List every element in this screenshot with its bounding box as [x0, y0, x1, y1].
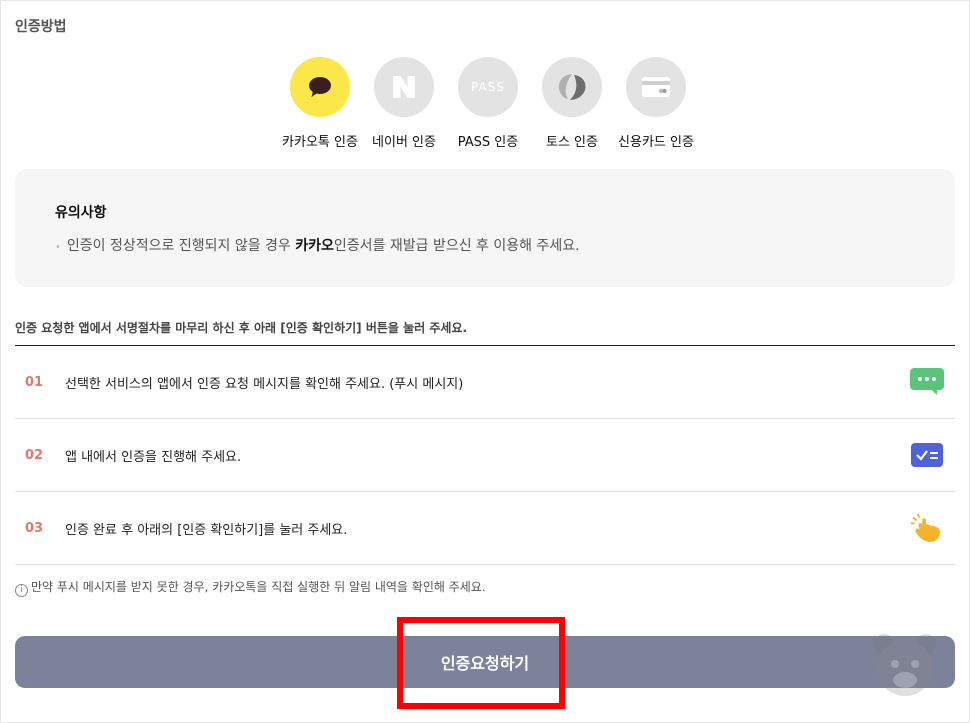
method-label: 카카오톡 인증: [282, 135, 358, 150]
step-number: 02: [25, 447, 44, 463]
step-row: 03 인증 완료 후 아래의 [인증 확인하기]를 눌러 주세요.: [15, 492, 955, 565]
method-label: PASS 인증: [457, 135, 519, 150]
step-text: 앱 내에서 인증을 진행해 주세요.: [65, 449, 242, 465]
method-label: 신용카드 인증: [618, 135, 694, 150]
notice-title: 유의사항: [55, 205, 107, 221]
step-row: 02 앱 내에서 인증을 진행해 주세요.: [15, 419, 955, 492]
step-text: 선택한 서비스의 앱에서 인증 요청 메시지를 확인해 주세요. (푸시 메시지…: [65, 376, 464, 392]
notice-text-bold: 카카오: [295, 238, 334, 254]
credit-card-icon: [626, 57, 686, 117]
step-number: 03: [25, 520, 44, 536]
step-number: 01: [25, 374, 44, 390]
kakao-chat-icon: [290, 57, 350, 117]
method-toss[interactable]: 토스 인증: [530, 57, 614, 150]
method-kakao[interactable]: 카카오톡 인증: [278, 57, 362, 150]
step-text: 인증 완료 후 아래의 [인증 확인하기]를 눌러 주세요.: [65, 522, 348, 538]
method-label: 네이버 인증: [372, 135, 436, 150]
method-pass[interactable]: PASS PASS 인증: [446, 57, 530, 150]
info-text: 만약 푸시 메시지를 받지 못한 경우, 카카오톡을 직접 실행한 뒤 알림 내…: [31, 580, 486, 594]
step-row: 01 선택한 서비스의 앱에서 인증 요청 메시지를 확인해 주세요. (푸시 …: [15, 346, 955, 419]
tap-hand-icon: [909, 510, 945, 546]
notice-text: • 인증이 정상적으로 진행되지 않을 경우 카카오인증서를 재발급 받으신 후 …: [55, 235, 580, 255]
chat-bubble-icon: [909, 364, 945, 400]
auth-method-list: 카카오톡 인증 네이버 인증 PASS PASS 인증 토스 인증 신용카드 인…: [278, 57, 698, 150]
step-list: 01 선택한 서비스의 앱에서 인증 요청 메시지를 확인해 주세요. (푸시 …: [15, 345, 955, 565]
request-auth-button[interactable]: 인증요청하기: [15, 636, 955, 688]
section-title: 인증방법: [15, 19, 67, 35]
pass-icon: PASS: [458, 57, 518, 117]
bear-mascot-icon: [872, 630, 938, 700]
toss-icon: [542, 57, 602, 117]
info-icon: i: [15, 584, 28, 597]
method-label: 토스 인증: [546, 135, 598, 150]
method-credit-card[interactable]: 신용카드 인증: [614, 57, 698, 150]
bullet-icon: •: [55, 242, 61, 253]
naver-n-icon: [374, 57, 434, 117]
pass-icon-text: PASS: [471, 80, 505, 94]
guide-text: 인증 요청한 앱에서 서명절차를 마무리 하신 후 아래 [인증 확인하기] 버…: [15, 321, 468, 335]
info-note: i 만약 푸시 메시지를 받지 못한 경우, 카카오톡을 직접 실행한 뒤 알림 …: [15, 578, 486, 597]
notice-box: 유의사항 • 인증이 정상적으로 진행되지 않을 경우 카카오인증서를 재발급 받…: [15, 169, 955, 287]
notice-text-after: 인증서를 재발급 받으신 후 이용해 주세요.: [333, 238, 580, 254]
method-naver[interactable]: 네이버 인증: [362, 57, 446, 150]
notice-text-before: 인증이 정상적으로 진행되지 않을 경우: [66, 238, 296, 254]
checklist-icon: [909, 437, 945, 473]
